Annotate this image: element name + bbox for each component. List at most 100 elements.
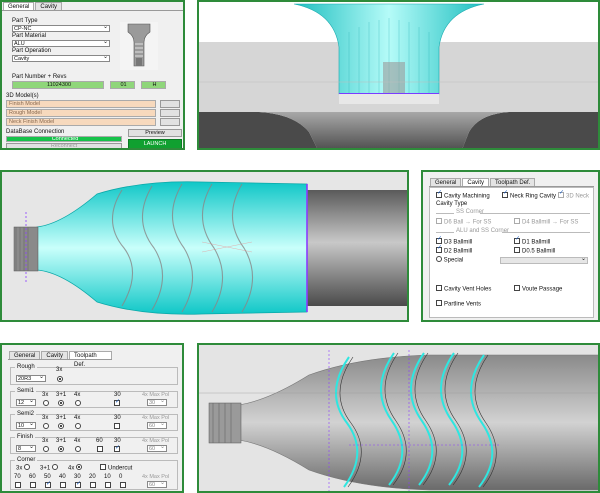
corner-size-20: 20	[89, 474, 96, 480]
semi2-tool-select[interactable]: 10	[16, 422, 36, 429]
checkbox-icon[interactable]	[514, 285, 520, 291]
preview-button[interactable]: Preview	[128, 129, 182, 137]
checkbox-icon[interactable]	[436, 236, 442, 244]
part-number-field[interactable]: 11024300	[12, 81, 104, 89]
tab-toolpath-def[interactable]: Toolpath Def.	[69, 351, 112, 368]
rough-model-field[interactable]: Rough Model	[6, 109, 156, 117]
semi2-3plus1-radio[interactable]	[58, 423, 64, 429]
finish-4x-radio[interactable]	[75, 446, 81, 452]
semi2-opt-4x: 4x	[74, 415, 81, 421]
neck-finish-model-field[interactable]: Neck Finish Model	[6, 118, 156, 126]
rough-tool-select[interactable]: 20R3	[16, 375, 46, 382]
tab-general[interactable]: General	[9, 351, 41, 359]
checkbox-icon[interactable]	[502, 190, 508, 198]
corner-opt-3x-row[interactable]: 3x	[16, 464, 31, 473]
special-select[interactable]	[500, 257, 588, 264]
finish-model-field[interactable]: Finish Model	[6, 100, 156, 108]
radio-icon[interactable]	[436, 256, 442, 262]
semi1-3plus1-radio[interactable]	[58, 400, 64, 406]
checkbox-icon[interactable]	[436, 190, 442, 198]
cavity-top-3d-view[interactable]	[197, 0, 600, 150]
semi1-tool-select[interactable]: 12	[16, 399, 36, 406]
corner-40-checkbox[interactable]	[60, 482, 66, 488]
tab-cavity[interactable]: Cavity	[462, 178, 490, 186]
corner-size-0: 0	[119, 474, 123, 480]
tab-general[interactable]: General	[430, 178, 462, 186]
semi1-checkbox[interactable]	[114, 398, 120, 406]
part-operation-select[interactable]: Cavity	[12, 55, 110, 62]
part-type-select[interactable]: CP-NC	[12, 25, 110, 32]
corner-opt-3plus1-row[interactable]: 3+1	[40, 464, 58, 473]
semi2-checkbox[interactable]	[114, 423, 120, 429]
tab-toolpath-def[interactable]: Toolpath Def.	[490, 178, 536, 186]
launch-button[interactable]: LAUNCH	[128, 139, 182, 148]
d2-ballmill-label: D2 Ballmill	[444, 248, 473, 255]
semi1-4x-radio[interactable]	[75, 400, 81, 406]
checkbox-icon[interactable]	[436, 285, 442, 291]
bottle-cavity-3d-view[interactable]	[0, 170, 409, 322]
checkbox-icon[interactable]	[514, 218, 520, 224]
semi1-max-label: 4x Max Pol	[142, 392, 170, 398]
d6-ball-row[interactable]: D6 Ball → For SS	[436, 218, 491, 227]
corner-60-checkbox[interactable]	[30, 482, 36, 488]
finish-3plus1-radio[interactable]	[58, 446, 64, 452]
cavity-vent-holes-label: Cavity Vent Holes	[444, 286, 492, 293]
undercut-row[interactable]: Undercut	[100, 464, 132, 473]
rough-label: Rough	[15, 364, 37, 371]
neck-ring-cavity-row[interactable]: Neck Ring Cavity	[502, 190, 556, 201]
finish-model-browse-button[interactable]	[160, 100, 180, 108]
special-row[interactable]: Special	[436, 256, 463, 265]
semi1-max-select[interactable]: 30	[147, 399, 167, 406]
d4-ballmill-row[interactable]: D4 Ballmill → For SS	[514, 218, 578, 227]
checkbox-icon[interactable]	[514, 236, 520, 244]
toolpath-3d-view[interactable]	[197, 343, 600, 493]
finish-max-label: 4x Max Pol	[142, 438, 170, 444]
neck-finish-model-browse-button[interactable]	[160, 118, 180, 126]
rough-model-browse-button[interactable]	[160, 109, 180, 117]
rev1-field[interactable]: 01	[110, 81, 135, 89]
cavity-machining-row[interactable]: Cavity Machining	[436, 190, 490, 201]
radio-icon[interactable]	[76, 464, 83, 470]
radio-icon[interactable]	[24, 464, 31, 470]
checkbox-icon[interactable]	[558, 190, 564, 198]
part-material-select[interactable]: ALU	[12, 40, 110, 47]
checkbox-icon[interactable]	[436, 218, 442, 224]
semi2-max-select[interactable]: 60	[147, 422, 167, 429]
finish-3x-radio[interactable]	[43, 446, 49, 452]
corner-opt-4x-row[interactable]: 4x	[68, 464, 83, 473]
d1-ballmill-row[interactable]: D1 Ballmill	[514, 236, 550, 247]
tab-general[interactable]: General	[3, 2, 35, 10]
checkbox-icon[interactable]	[436, 300, 442, 306]
corner-70-checkbox[interactable]	[15, 482, 21, 488]
semi2-4x-radio[interactable]	[75, 423, 81, 429]
corner-0-checkbox[interactable]	[120, 482, 126, 488]
partline-vents-row[interactable]: Partline Vents	[436, 300, 481, 309]
semi2-3x-radio[interactable]	[43, 423, 49, 429]
d05-ballmill-row[interactable]: D0.5 Ballmill	[514, 247, 555, 256]
corner-max-select[interactable]: 60	[147, 481, 167, 488]
corner-10-checkbox[interactable]	[105, 482, 111, 488]
tab-cavity[interactable]: Cavity	[35, 2, 63, 10]
finish-max-select[interactable]: 60	[147, 445, 167, 452]
voute-passage-row[interactable]: Voute Passage	[514, 285, 562, 294]
corner-50-checkbox[interactable]	[45, 480, 51, 488]
finish-tool-select[interactable]: 8	[16, 445, 36, 452]
d2-ballmill-row[interactable]: D2 Ballmill	[436, 245, 473, 256]
finish-checkbox-2[interactable]	[114, 444, 120, 452]
semi1-3x-radio[interactable]	[43, 400, 49, 406]
checkbox-icon[interactable]	[436, 245, 442, 253]
radio-icon[interactable]	[51, 464, 58, 470]
rev2-field[interactable]: H	[141, 81, 166, 89]
cavity-vent-holes-row[interactable]: Cavity Vent Holes	[436, 285, 492, 294]
cavity-top-render	[199, 2, 598, 148]
corner-20-checkbox[interactable]	[90, 482, 96, 488]
reconnect-button[interactable]: Reconnect	[6, 143, 122, 148]
checkbox-icon[interactable]	[100, 464, 106, 470]
neck-3d-row[interactable]: 3D Neck	[558, 190, 589, 201]
rough-3x-radio[interactable]	[57, 376, 63, 382]
finish-checkbox-1[interactable]	[97, 446, 103, 452]
toolpath-panel: General Cavity Toolpath Def. Rough 20R3 …	[0, 343, 184, 493]
tab-cavity[interactable]: Cavity	[41, 351, 69, 359]
checkbox-icon[interactable]	[514, 247, 520, 253]
corner-30-checkbox[interactable]	[75, 480, 81, 488]
